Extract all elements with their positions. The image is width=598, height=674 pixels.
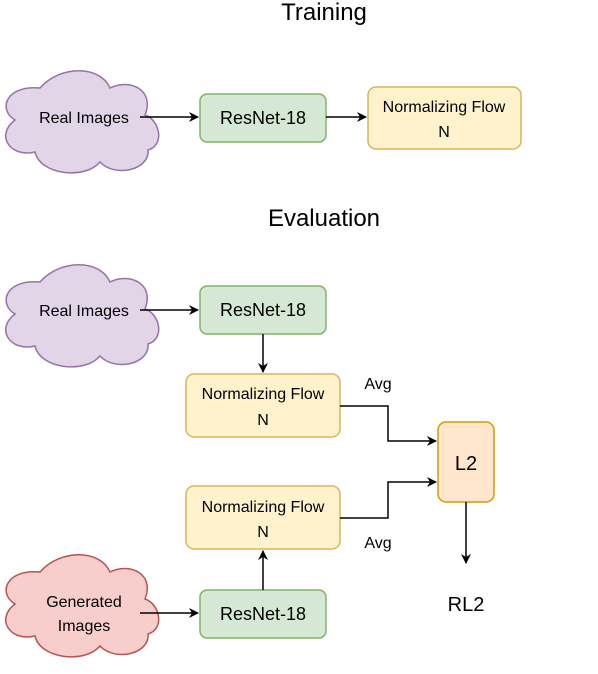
arrow-flow-gen-to-l2 [340, 477, 437, 519]
diagram-canvas: Training Evaluation Real Images ResNet-1… [4, 0, 522, 658]
training-flow-box: Normalizing Flow N [367, 86, 522, 150]
eval-resnet-gen-box: ResNet-18 [199, 589, 327, 639]
avg-label-top: Avg [364, 376, 391, 393]
arrow-flow-real-to-l2 [340, 405, 437, 446]
eval-resnet-real-label: ResNet-18 [220, 300, 306, 320]
eval-flow-real-line1: Normalizing Flow [202, 386, 325, 403]
eval-real-images-cloud: Real Images [4, 264, 160, 368]
evaluation-title: Evaluation [268, 205, 380, 232]
eval-generated-images-cloud: Generated Images [4, 554, 160, 658]
training-resnet-box: ResNet-18 [199, 93, 327, 143]
l2-box: L2 [437, 421, 495, 503]
eval-generated-images-line2: Images [58, 618, 110, 635]
rl2-output-label: RL2 [448, 594, 485, 616]
eval-flow-real-line2: N [257, 412, 269, 429]
eval-resnet-real-box: ResNet-18 [199, 285, 327, 335]
training-real-images-cloud: Real Images [4, 70, 160, 174]
eval-real-images-label: Real Images [39, 303, 129, 320]
eval-flow-gen-line1: Normalizing Flow [202, 499, 325, 516]
eval-generated-images-line1: Generated [46, 594, 122, 611]
training-flow-line2: N [438, 124, 450, 141]
training-title: Training [281, 0, 367, 26]
training-real-images-label: Real Images [39, 110, 129, 127]
eval-flow-gen-line2: N [257, 524, 269, 541]
avg-label-bottom: Avg [364, 535, 391, 552]
training-flow-line1: Normalizing Flow [383, 99, 506, 116]
eval-flow-gen-box: Normalizing Flow N [185, 485, 341, 550]
training-resnet-label: ResNet-18 [220, 108, 306, 128]
eval-resnet-gen-label: ResNet-18 [220, 604, 306, 624]
eval-flow-real-box: Normalizing Flow N [185, 373, 341, 438]
l2-label: L2 [455, 453, 477, 475]
